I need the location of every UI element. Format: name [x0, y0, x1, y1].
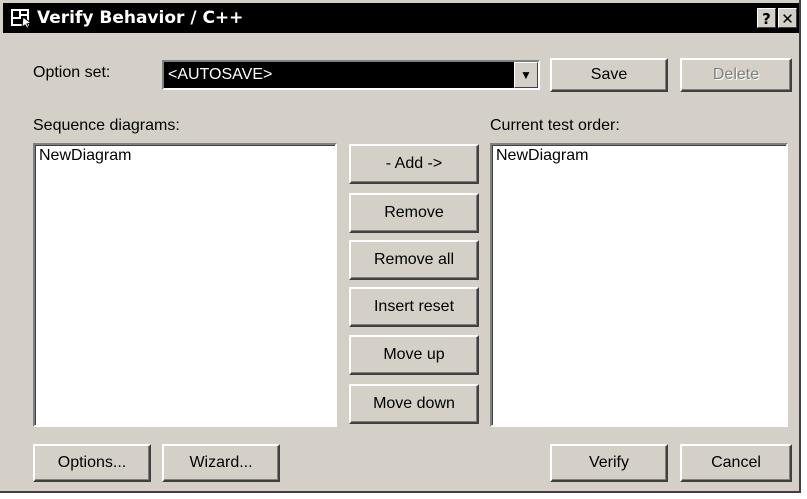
option-set-value: <AUTOSAVE>: [164, 62, 514, 88]
title-bar[interactable]: Verify Behavior / C++ ? ✕: [3, 3, 799, 33]
move-down-button[interactable]: Move down: [349, 384, 479, 424]
move-up-button[interactable]: Move up: [349, 335, 479, 375]
close-button[interactable]: ✕: [778, 8, 797, 28]
remove-button[interactable]: Remove: [349, 193, 479, 233]
window-title: Verify Behavior / C++: [37, 8, 244, 28]
current-test-order-list[interactable]: NewDiagram: [490, 143, 788, 427]
current-test-order-label: Current test order:: [490, 117, 620, 134]
help-button[interactable]: ?: [757, 8, 776, 28]
delete-button[interactable]: Delete: [680, 58, 792, 92]
option-set-label: Option set:: [33, 64, 111, 81]
app-window-icon: [9, 7, 33, 29]
chevron-down-icon[interactable]: ▼: [514, 62, 538, 88]
remove-all-button[interactable]: Remove all: [349, 240, 479, 280]
save-button[interactable]: Save: [550, 58, 668, 92]
list-item[interactable]: NewDiagram: [492, 145, 786, 167]
sequence-diagrams-label: Sequence diagrams:: [33, 117, 180, 134]
option-set-dropdown[interactable]: <AUTOSAVE> ▼: [162, 60, 540, 90]
cancel-button[interactable]: Cancel: [680, 444, 792, 482]
insert-reset-button[interactable]: Insert reset: [349, 287, 479, 327]
verify-button[interactable]: Verify: [550, 444, 668, 482]
options-button[interactable]: Options...: [33, 444, 151, 482]
add-button[interactable]: - Add ->: [349, 144, 479, 184]
list-item[interactable]: NewDiagram: [35, 145, 335, 167]
sequence-diagrams-list[interactable]: NewDiagram: [33, 143, 337, 427]
wizard-button[interactable]: Wizard...: [162, 444, 280, 482]
verify-behavior-dialog: Verify Behavior / C++ ? ✕ Option set: <A…: [0, 0, 801, 493]
